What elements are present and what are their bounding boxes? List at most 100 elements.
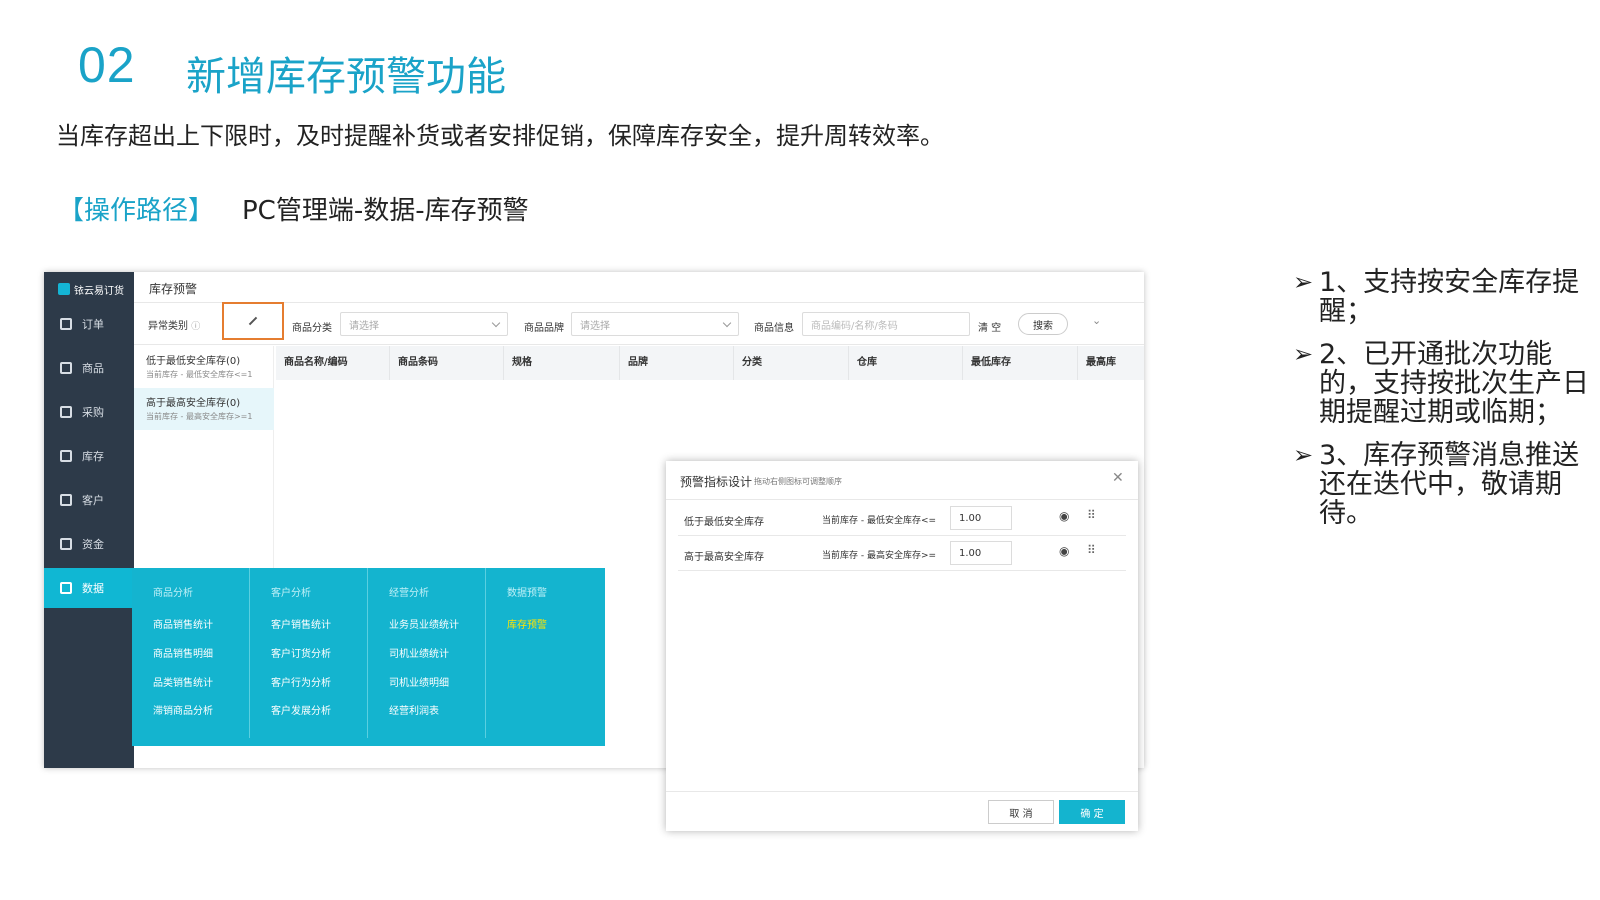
anomaly-type-label: 异常类别 ⓘ <box>148 321 201 332</box>
arrow-right-icon: ➢ <box>1293 340 1314 368</box>
chart-icon <box>60 582 72 594</box>
slide-subtitle: 当库存超出上下限时，及时提醒补货或者安排促销，保障库存安全，提升周转效率。 <box>56 122 944 150</box>
menu-column: 经营分析 业务员业绩统计 司机业绩统计 司机业绩明细 经营利润表 <box>368 568 486 738</box>
feature-bullets: ➢ 1、支持按安全库存提醒； ➢ 2、已开通批次功能的，支持按批次生产日期提醒过期或… <box>1293 268 1593 542</box>
dialog-hint: 拖动右侧图标可调整顺序 <box>754 477 842 486</box>
nav-item-customers[interactable]: 客户 <box>44 480 134 520</box>
table-header: 商品名称/编码 商品条码 规格 品牌 分类 仓库 最低库存 最高库 <box>276 346 1144 380</box>
brand-select[interactable]: 请选择 <box>571 312 739 336</box>
nav-item-purchase[interactable]: 采购 <box>44 392 134 432</box>
search-button[interactable]: 搜索 <box>1018 313 1068 335</box>
pencil-icon <box>248 316 258 326</box>
divider <box>666 499 1138 500</box>
column-header[interactable]: 仓库 <box>849 346 963 380</box>
menu-item[interactable]: 客户发展分析 <box>271 702 331 717</box>
column-header[interactable]: 分类 <box>734 346 849 380</box>
bullet-item: ➢ 3、库存预警消息推送还在迭代中，敬请期待。 <box>1293 440 1580 529</box>
close-icon[interactable]: ✕ <box>1112 470 1124 486</box>
row-label: 低于最低安全库存 <box>684 517 764 528</box>
user-icon <box>60 494 72 506</box>
category-label: 商品分类 <box>292 323 332 334</box>
brand-label: 商品品牌 <box>524 323 564 334</box>
menu-item[interactable]: 滞销商品分析 <box>153 702 213 717</box>
menu-column: 商品分析 商品销售统计 商品销售明细 品类销售统计 滞销商品分析 <box>132 568 250 738</box>
drag-handle-icon[interactable]: ⠿ <box>1087 508 1096 522</box>
cancel-button[interactable]: 取 消 <box>988 800 1054 824</box>
column-header[interactable]: 最高库 <box>1078 346 1144 380</box>
dialog-title: 预警指标设计 <box>680 475 753 489</box>
row-condition: 当前库存 - 最高安全库存>= <box>822 551 937 561</box>
anomaly-list: 低于最低安全库存(0) 当前库存 - 最低安全库存<=1 高于最高安全库存(0)… <box>134 346 274 568</box>
column-header[interactable]: 规格 <box>504 346 620 380</box>
column-header[interactable]: 商品名称/编码 <box>276 346 390 380</box>
nav-item-orders[interactable]: 订单 <box>44 304 134 344</box>
basket-icon <box>60 406 72 418</box>
logo-icon <box>58 283 70 295</box>
menu-group-header: 商品分析 <box>153 588 193 599</box>
eye-icon[interactable]: ◉ <box>1059 509 1069 523</box>
clear-button[interactable]: 清 空 <box>978 319 1001 334</box>
menu-item[interactable]: 品类销售统计 <box>153 674 213 689</box>
threshold-input[interactable]: 1.00 <box>950 541 1012 565</box>
divider <box>678 535 1126 536</box>
menu-column: 数据预警 库存预警 <box>486 568 605 738</box>
arrow-right-icon: ➢ <box>1293 268 1314 296</box>
slide-title: 新增库存预警功能 <box>186 54 506 100</box>
sidebar: 铱云易订货 订单 商品 采购 库存 客户 资金 数据 <box>44 272 134 768</box>
nav-item-products[interactable]: 商品 <box>44 348 134 388</box>
nav-item-inventory[interactable]: 库存 <box>44 436 134 476</box>
column-header[interactable]: 品牌 <box>620 346 734 380</box>
eye-icon[interactable]: ◉ <box>1059 544 1069 558</box>
row-condition: 当前库存 - 最低安全库存<= <box>822 516 937 526</box>
divider <box>666 791 1138 792</box>
divider <box>134 302 1144 303</box>
menu-item[interactable]: 客户销售统计 <box>271 616 331 631</box>
info-label: 商品信息 <box>754 323 794 334</box>
menu-group-header: 客户分析 <box>271 588 311 599</box>
chevron-down-icon <box>722 318 732 328</box>
operation-path-value: PC管理端-数据-库存预警 <box>242 196 529 226</box>
confirm-button[interactable]: 确 定 <box>1059 800 1125 824</box>
menu-item[interactable]: 客户行为分析 <box>271 674 331 689</box>
expand-chevron-icon[interactable]: ⌄ <box>1092 314 1101 327</box>
menu-item[interactable]: 商品销售统计 <box>153 616 213 631</box>
menu-item[interactable]: 经营利润表 <box>389 702 439 717</box>
divider <box>678 570 1126 571</box>
drag-handle-icon[interactable]: ⠿ <box>1087 543 1096 557</box>
row-label: 高于最高安全库存 <box>684 552 764 563</box>
bullet-item: ➢ 1、支持按安全库存提醒； <box>1293 267 1580 327</box>
divider <box>134 344 1144 345</box>
menu-item[interactable]: 商品销售明细 <box>153 645 213 660</box>
list-item[interactable]: 高于最高安全库存(0) 当前库存 - 最高安全库存>=1 <box>134 388 274 430</box>
menu-item-inventory-alert[interactable]: 库存预警 <box>507 616 547 631</box>
nav-item-funds[interactable]: 资金 <box>44 524 134 564</box>
column-header[interactable]: 商品条码 <box>390 346 504 380</box>
menu-column: 客户分析 客户销售统计 客户订货分析 客户行为分析 客户发展分析 <box>250 568 368 738</box>
edit-anomaly-button[interactable] <box>222 302 284 340</box>
brand[interactable]: 铱云易订货 <box>44 272 134 306</box>
menu-item[interactable]: 司机业绩统计 <box>389 645 449 660</box>
chevron-down-icon <box>491 318 501 328</box>
box-icon <box>60 362 72 374</box>
page-title: 库存预警 <box>149 282 198 296</box>
menu-item[interactable]: 客户订货分析 <box>271 645 331 660</box>
slide-number: 02 <box>78 37 136 93</box>
help-icon[interactable]: ⓘ <box>191 322 200 332</box>
operation-path-label: 【操作路径】 <box>58 196 215 226</box>
arrow-right-icon: ➢ <box>1293 441 1314 469</box>
threshold-input[interactable]: 1.00 <box>950 506 1012 530</box>
nav-item-data[interactable]: 数据 <box>44 568 134 608</box>
product-info-input[interactable]: 商品编码/名称/条码 <box>802 312 970 336</box>
data-dropdown-menu: 商品分析 商品销售统计 商品销售明细 品类销售统计 滞销商品分析 客户分析 客户… <box>132 568 605 746</box>
menu-item[interactable]: 业务员业绩统计 <box>389 616 459 631</box>
warehouse-icon <box>60 450 72 462</box>
menu-item[interactable]: 司机业绩明细 <box>389 674 449 689</box>
menu-group-header: 经营分析 <box>389 588 429 599</box>
clipboard-icon <box>60 318 72 330</box>
alert-settings-dialog: 预警指标设计 拖动右侧图标可调整顺序 ✕ 低于最低安全库存 当前库存 - 最低安… <box>666 461 1138 831</box>
column-header[interactable]: 最低库存 <box>963 346 1078 380</box>
shield-icon <box>60 538 72 550</box>
bullet-item: ➢ 2、已开通批次功能的，支持按批次生产日期提醒过期或临期； <box>1293 339 1589 428</box>
category-select[interactable]: 请选择 <box>340 312 508 336</box>
list-item[interactable]: 低于最低安全库存(0) 当前库存 - 最低安全库存<=1 <box>134 346 274 388</box>
